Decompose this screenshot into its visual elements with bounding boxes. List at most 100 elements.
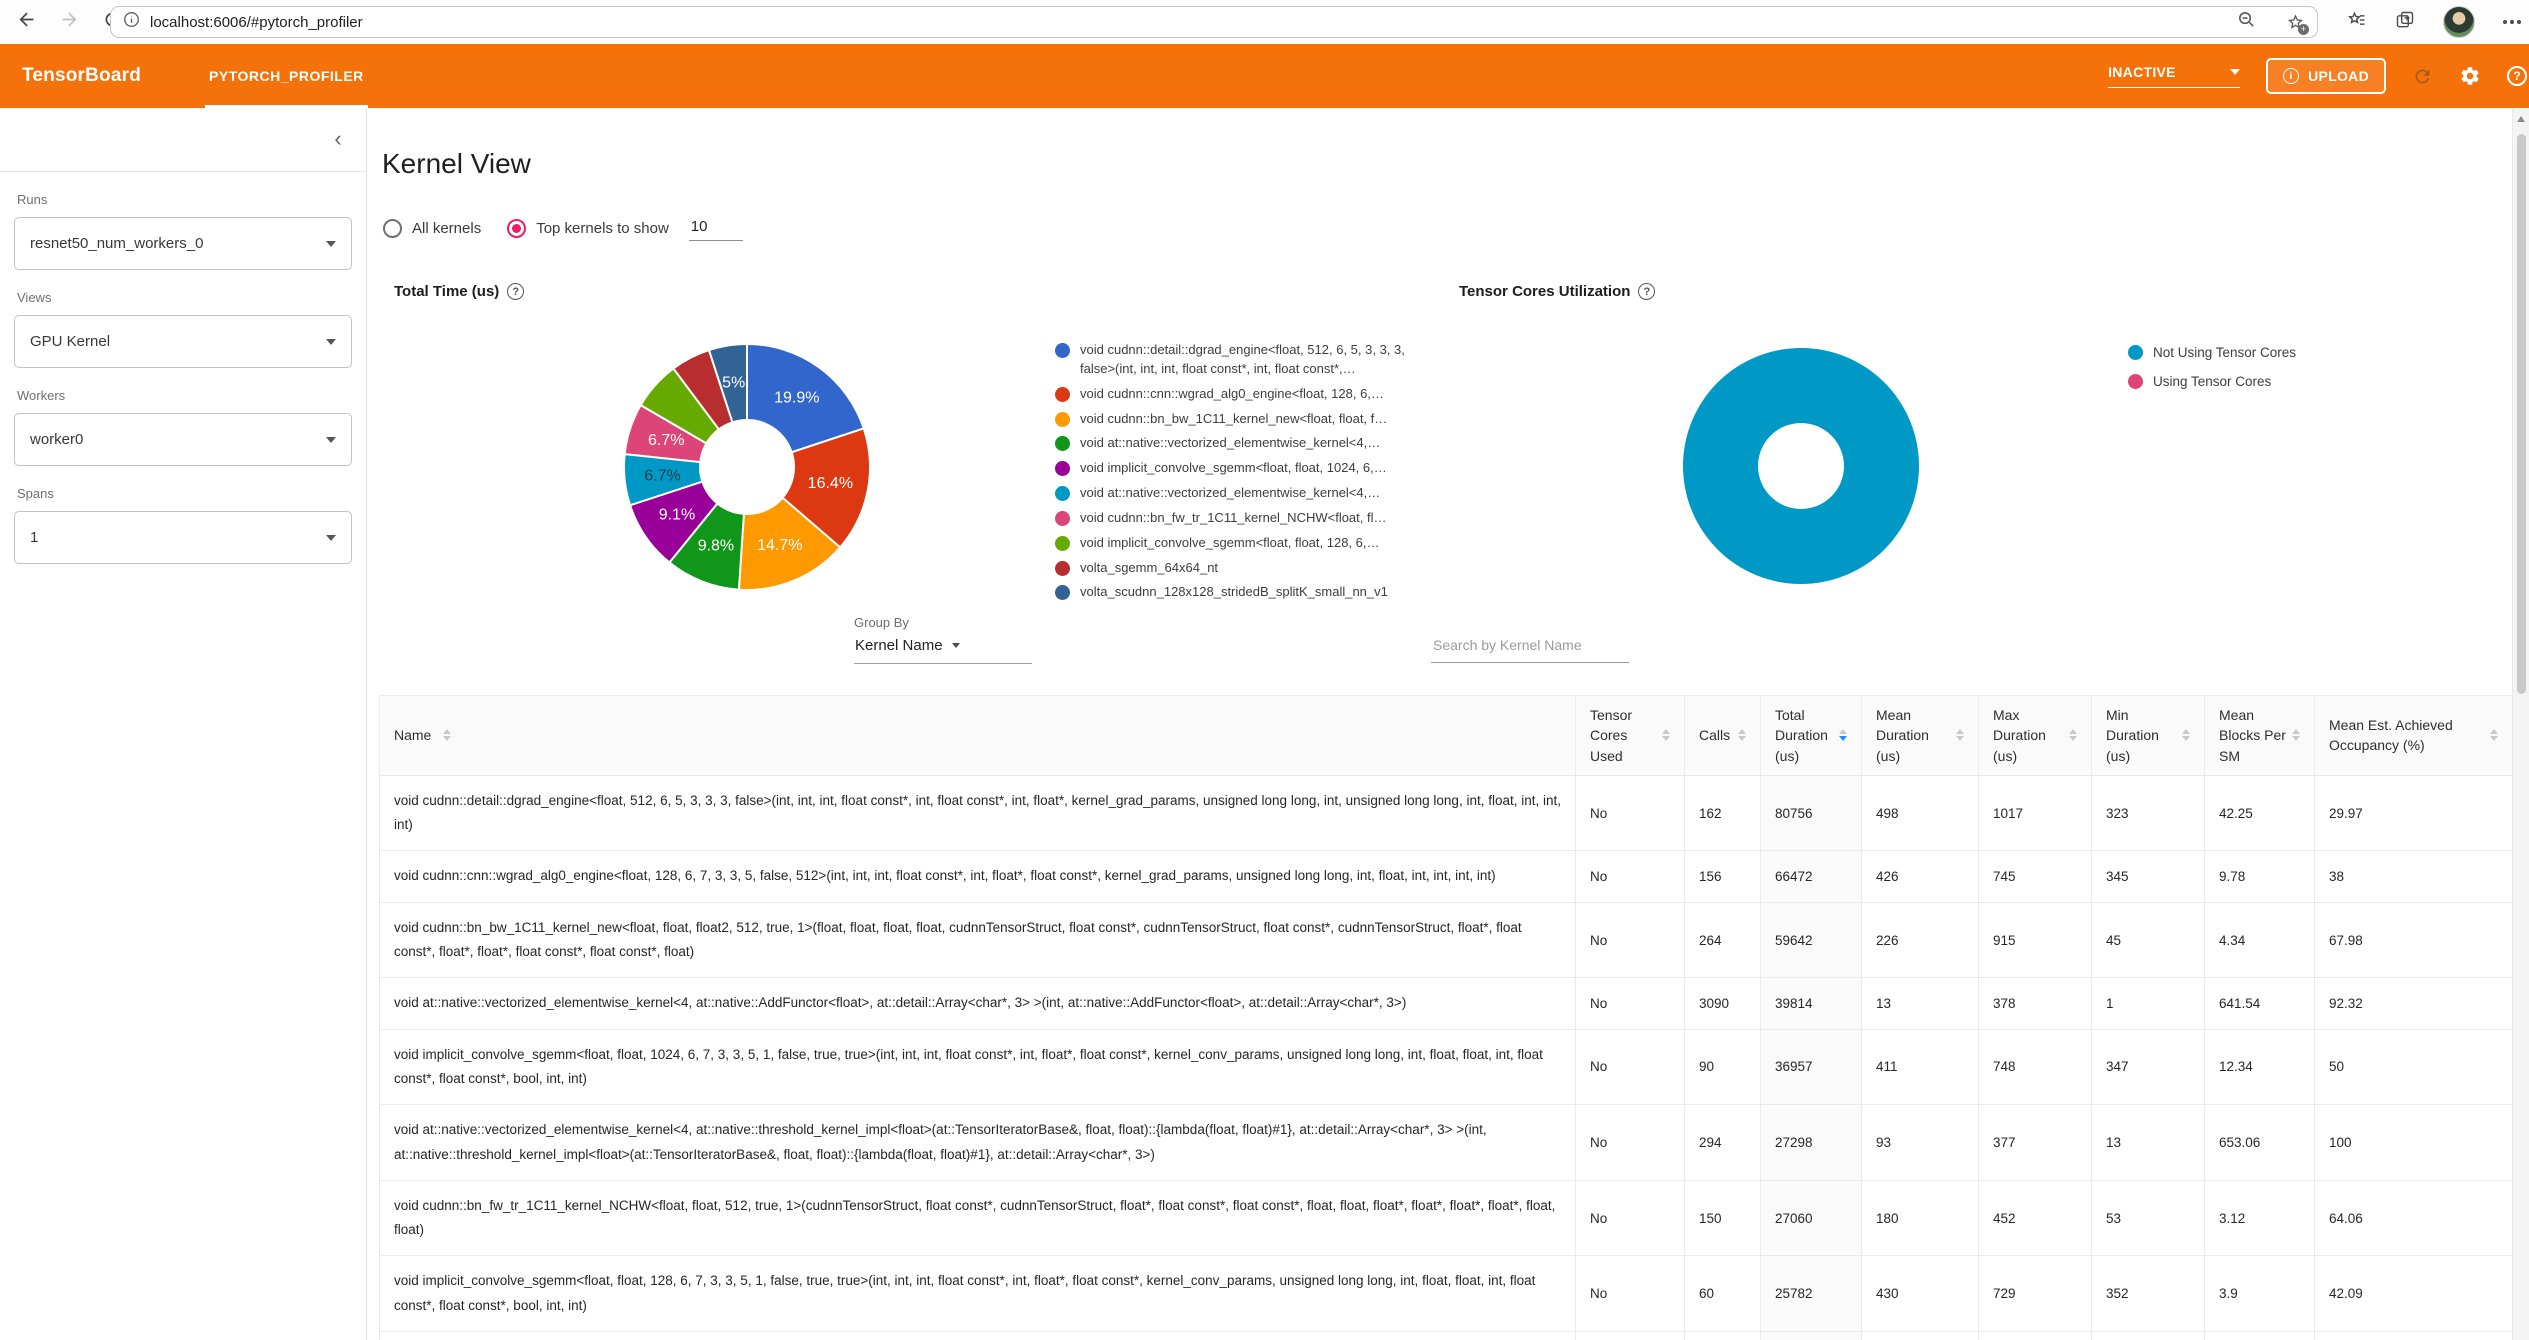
pie-slice-label: 6.7% — [648, 432, 684, 449]
legend-color-dot — [1055, 510, 1070, 526]
table-row: void at::native::vectorized_elementwise_… — [379, 1104, 2513, 1181]
legend-label: void cudnn::bn_bw_1C11_kernel_new<float,… — [1080, 410, 1388, 426]
table-row: void implicit_convolve_sgemm<float, floa… — [379, 1028, 2513, 1106]
legend-label: void at::native::vectorized_elementwise_… — [1080, 485, 1381, 501]
reload-data-icon[interactable] — [2412, 66, 2433, 87]
cell-name: void at::native::vectorized_elementwise_… — [379, 977, 1576, 1030]
radio-top-kernels-label: Top kernels to show — [536, 220, 669, 237]
cell-calls: 264 — [1684, 901, 1761, 979]
table-row: void cudnn::bn_bw_1C11_kernel_new<float,… — [379, 901, 2513, 979]
pie-slice-label: 14.7% — [757, 537, 802, 554]
column-header-name[interactable]: Name — [379, 695, 1576, 776]
legend-label: void implicit_convolve_sgemm<float, floa… — [1080, 460, 1387, 476]
views-select[interactable]: GPU Kernel — [14, 315, 352, 368]
column-header-mean-duration-us[interactable]: Mean Duration (us) — [1861, 695, 1979, 776]
settings-gear-icon[interactable] — [2459, 65, 2481, 87]
add-favorite-icon[interactable]: + — [2286, 13, 2309, 35]
cell-mean-blocks-per-sm: 42.25 — [2204, 774, 2315, 852]
column-header-tensor-cores-used[interactable]: Tensor Cores Used — [1575, 695, 1685, 776]
sidebar-group-label: Workers — [17, 388, 66, 403]
kernel-search-input[interactable] — [1431, 633, 1629, 663]
upload-button[interactable]: UPLOAD — [2266, 58, 2386, 94]
sidebar-group-runs: Runs resnet50_num_workers_0 — [14, 192, 352, 270]
back-icon[interactable] — [16, 9, 37, 35]
tab-pytorch-profiler[interactable]: PYTORCH_PROFILER — [205, 44, 368, 108]
address-bar[interactable]: localhost:6006/#pytorch_profiler + — [110, 6, 2318, 38]
scrollbar-thumb[interactable] — [2517, 134, 2526, 694]
cell-mean-est-achieved-occupancy: 50 — [2314, 1028, 2513, 1106]
cell-mean-blocks-per-sm: 10.24 — [2204, 1331, 2315, 1340]
vertical-scrollbar[interactable] — [2512, 108, 2529, 1340]
kernel-table: Name Tensor Cores Used Calls Total Duration… — [379, 695, 2513, 1340]
workers-select[interactable]: worker0 — [14, 413, 352, 466]
legend-color-dot — [1055, 461, 1070, 477]
help-icon[interactable] — [2507, 66, 2527, 86]
radio-all-kernels[interactable] — [383, 219, 402, 238]
profile-avatar[interactable] — [2443, 6, 2475, 38]
legend-label: volta_scudnn_128x128_stridedB_splitK_sma… — [1080, 584, 1388, 600]
column-header-mean-est-achieved-occupancy[interactable]: Mean Est. Achieved Occupancy (%) — [2314, 695, 2513, 776]
sort-carets-icon — [2069, 729, 2077, 742]
tensor-cores-chart-title: Tensor Cores Utilization — [1459, 283, 1656, 300]
cell-mean-blocks-per-sm: 3.9 — [2204, 1255, 2315, 1333]
cell-name: void cudnn::cnn::wgrad_alg0_engine<float… — [379, 850, 1576, 903]
column-header-total-duration-us[interactable]: Total Duration (us) — [1760, 695, 1862, 776]
reload-status-dropdown[interactable]: INACTIVE — [2108, 64, 2241, 88]
cell-total-duration-us: 39814 — [1760, 977, 1862, 1030]
cell-total-duration-us: 25782 — [1760, 1255, 1862, 1333]
zoom-out-icon[interactable] — [2237, 10, 2256, 34]
url-text[interactable]: localhost:6006/#pytorch_profiler — [150, 14, 363, 31]
cell-name: void implicit_convolve_sgemm<float, floa… — [379, 1028, 1576, 1106]
column-header-mean-blocks-per-sm[interactable]: Mean Blocks Per SM — [2204, 695, 2315, 776]
sidebar-groups: Runs resnet50_num_workers_0 Views GPU Kerne… — [0, 192, 366, 564]
collapse-sidebar-icon[interactable] — [326, 128, 350, 152]
browser-menu-icon[interactable] — [2503, 20, 2521, 24]
runs-selected-value: resnet50_num_workers_0 — [30, 235, 204, 252]
cell-min-duration-us: 13 — [2091, 1104, 2205, 1181]
total-time-chart-title: Total Time (us) — [394, 283, 525, 300]
cell-mean-blocks-per-sm: 3.12 — [2204, 1179, 2315, 1257]
radio-top-kernels[interactable] — [507, 219, 527, 238]
total-time-legend: void cudnn::detail::dgrad_engine<float, … — [1055, 341, 1415, 608]
favorites-bar-icon[interactable] — [2347, 10, 2367, 35]
legend-color-dot — [2128, 373, 2143, 389]
workers-selected-value: worker0 — [30, 431, 84, 448]
tensor-cores-title-text: Tensor Cores Utilization — [1459, 283, 1631, 300]
cell-mean-est-achieved-occupancy: 19.38 — [2314, 1331, 2513, 1340]
upload-label: UPLOAD — [2308, 68, 2369, 84]
chevron-down-icon — [326, 436, 336, 443]
spans-select[interactable]: 1 — [14, 511, 352, 564]
collections-icon[interactable] — [2395, 10, 2415, 35]
cell-calls: 90 — [1684, 1028, 1761, 1106]
table-row: volta_sgemm_64x64_ntNo102210842072791841… — [379, 1331, 2513, 1340]
cell-mean-est-achieved-occupancy: 67.98 — [2314, 901, 2513, 979]
cell-mean-blocks-per-sm: 641.54 — [2204, 977, 2315, 1030]
legend-item: void at::native::vectorized_elementwise_… — [1055, 434, 1415, 453]
top-kernels-count-input[interactable] — [688, 216, 743, 241]
cell-tensor-cores-used: No — [1575, 1104, 1685, 1181]
chevron-down-icon — [326, 240, 336, 247]
column-header-calls[interactable]: Calls — [1684, 695, 1761, 776]
views-selected-value: GPU Kernel — [30, 333, 111, 350]
legend-label: volta_sgemm_64x64_nt — [1080, 559, 1219, 575]
site-info-icon[interactable] — [123, 11, 140, 33]
cell-mean-duration-us: 411 — [1861, 1028, 1979, 1106]
legend-color-dot — [1055, 436, 1070, 452]
help-question-icon[interactable] — [507, 283, 525, 300]
column-header-max-duration-us[interactable]: Max Duration (us) — [1978, 695, 2092, 776]
legend-item: void cudnn::detail::dgrad_engine<float, … — [1055, 341, 1415, 379]
legend-item: void cudnn::bn_bw_1C11_kernel_new<float,… — [1055, 410, 1415, 429]
chevron-down-icon — [2230, 69, 2241, 75]
cell-calls: 3090 — [1684, 977, 1761, 1030]
column-header-min-duration-us[interactable]: Min Duration (us) — [2091, 695, 2205, 776]
scroll-up-icon[interactable] — [2517, 116, 2525, 122]
tensorboard-header: TensorBoard PYTORCH_PROFILER INACTIVE UP… — [0, 44, 2529, 108]
column-label: Name — [394, 727, 432, 744]
runs-select[interactable]: resnet50_num_workers_0 — [14, 217, 352, 270]
total-time-pie-chart[interactable]: 19.9% 16.4% 14.7% 9.8%9.1% 6.7% 6.7% 5% — [615, 335, 879, 599]
help-question-icon[interactable] — [1638, 283, 1656, 300]
chevron-down-icon — [326, 534, 336, 541]
group-by-select[interactable]: Kernel Name — [854, 630, 1032, 664]
legend-label: void cudnn::cnn::wgrad_alg0_engine<float… — [1080, 385, 1384, 401]
tensor-cores-donut-chart[interactable] — [1671, 336, 1931, 596]
